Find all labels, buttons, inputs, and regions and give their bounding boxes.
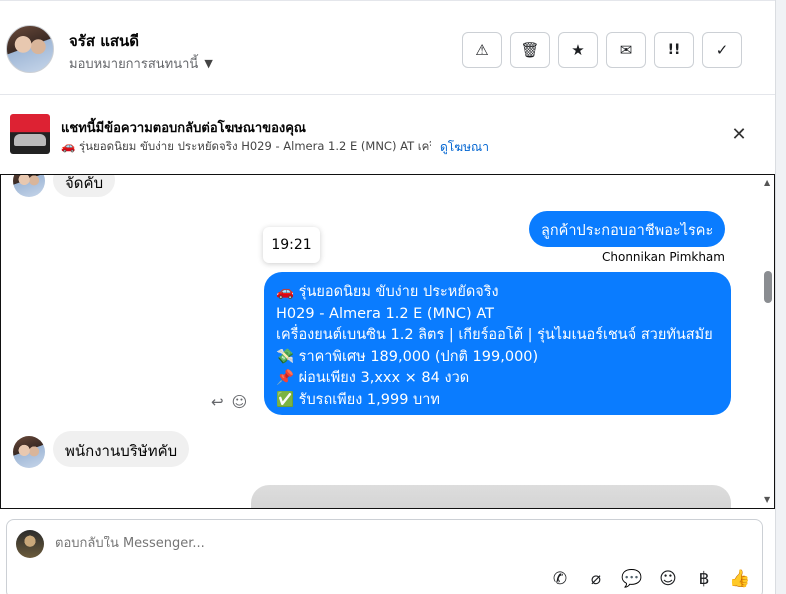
scroll-thumb[interactable] xyxy=(764,271,772,303)
ad-thumbnail[interactable] xyxy=(10,114,50,154)
close-icon[interactable]: ✕ xyxy=(728,124,750,146)
phone-add-icon[interactable]: ✆ xyxy=(549,568,571,590)
message-line: เครื่องยนต์เบนซิน 1.2 ลิตร | เกียร์ออโต้… xyxy=(276,327,713,343)
message-line: 💸 ราคาพิเศษ 189,000 (ปกติ 199,000) xyxy=(276,348,539,365)
outgoing-ad-message[interactable]: 🚗 รุ่นยอดนิยม ขับง่าย ประหยัดจริง H029 -… xyxy=(264,272,731,415)
ad-reply-notice: แชทนี้มีข้อความตอบกลับต่อโฆษณาของคุณ 🚗 ร… xyxy=(0,96,775,174)
view-ad-link[interactable]: ดูโฆษณา xyxy=(440,138,489,157)
star-icon: ★ xyxy=(571,41,585,59)
attach-icon[interactable]: ⌀ xyxy=(585,568,607,590)
reply-input[interactable] xyxy=(55,536,655,551)
baht-icon[interactable]: ฿ xyxy=(693,568,715,590)
warning-button[interactable]: ⚠ xyxy=(462,32,502,68)
contact-name[interactable]: จรัส แสนดี xyxy=(69,29,139,53)
message-line: ✅ รับรถเพียง 1,999 บาท xyxy=(276,391,440,408)
contact-avatar-small xyxy=(13,436,45,468)
message-line: 🚗 รุ่นยอดนิยม ขับง่าย ประหยัดจริง xyxy=(276,284,499,300)
assign-label: มอบหมายการสนทนานี้ xyxy=(69,57,199,72)
ad-notice-title: แชทนี้มีข้อความตอบกลับต่อโฆษณาของคุณ xyxy=(61,121,306,136)
follow-up-icon: !! xyxy=(667,42,681,58)
reply-composer: ✆ ⌀ 💬 ☺ ฿ 👍 xyxy=(6,519,763,594)
header-actions: ⚠ 🗑 ★ ✉ !! ✓ xyxy=(462,32,742,68)
outgoing-message[interactable]: ลูกค้าประกอบอาชีพอะไรคะ xyxy=(529,211,726,247)
scroll-up-arrow-icon[interactable]: ▲ xyxy=(764,178,770,187)
star-button[interactable]: ★ xyxy=(558,32,598,68)
timestamp-tooltip: 19:21 xyxy=(263,227,320,263)
sender-name: Chonnikan Pimkham xyxy=(602,250,725,264)
message-line: 📌 ผ่อนเพียง 3,xxx × 84 งวด xyxy=(276,370,470,386)
scroll-down-arrow-icon[interactable]: ▼ xyxy=(764,495,770,504)
message-hover-actions: ↩ ☺ xyxy=(211,393,247,411)
caret-down-icon: ▼ xyxy=(204,57,213,70)
emoji-icon[interactable]: ☺ xyxy=(657,568,679,590)
incoming-message[interactable]: จัดคับ xyxy=(53,175,116,197)
message-thread[interactable]: จัดคับ ลูกค้าประกอบอาชีพอะไรคะ 19:21 Cho… xyxy=(0,174,775,509)
car-image xyxy=(14,134,46,146)
reply-icon[interactable]: ↩ xyxy=(211,393,224,411)
react-emoji-icon[interactable]: ☺ xyxy=(232,393,248,411)
image-attachment[interactable] xyxy=(251,485,731,508)
assign-conversation-dropdown[interactable]: มอบหมายการสนทนานี้ ▼ xyxy=(69,53,213,74)
delete-button[interactable]: 🗑 xyxy=(510,32,550,68)
follow-up-button[interactable]: !! xyxy=(654,32,694,68)
saved-replies-icon[interactable]: 💬 xyxy=(621,568,643,590)
envelope-icon: ✉ xyxy=(619,41,633,59)
composer-tools: ✆ ⌀ 💬 ☺ ฿ 👍 xyxy=(549,568,751,590)
mark-done-button[interactable]: ✓ xyxy=(702,32,742,68)
conversation-header: จรัส แสนดี มอบหมายการสนทนานี้ ▼ ⚠ 🗑 ★ ✉ … xyxy=(0,1,775,95)
ad-notice-subtitle: 🚗 รุ่นยอดนิยม ขับง่าย ประหยัดจริง H029 -… xyxy=(61,139,431,153)
message-line: H029 - Almera 1.2 E (MNC) AT xyxy=(276,305,494,322)
window-edge xyxy=(775,0,786,594)
scrollbar[interactable]: ▲ ▼ xyxy=(762,175,774,508)
contact-avatar-small xyxy=(13,175,45,197)
thumbs-up-icon[interactable]: 👍 xyxy=(729,568,751,590)
check-icon: ✓ xyxy=(715,41,729,59)
contact-avatar[interactable] xyxy=(6,25,54,73)
page-avatar xyxy=(16,530,44,558)
incoming-message[interactable]: พนักงานบริษัทคับ xyxy=(53,431,190,467)
trash-icon: 🗑 xyxy=(520,41,540,59)
mark-unread-button[interactable]: ✉ xyxy=(606,32,646,68)
warning-icon: ⚠ xyxy=(475,41,489,59)
inbox-conversation-pane: จรัส แสนดี มอบหมายการสนทนานี้ ▼ ⚠ 🗑 ★ ✉ … xyxy=(0,0,775,594)
